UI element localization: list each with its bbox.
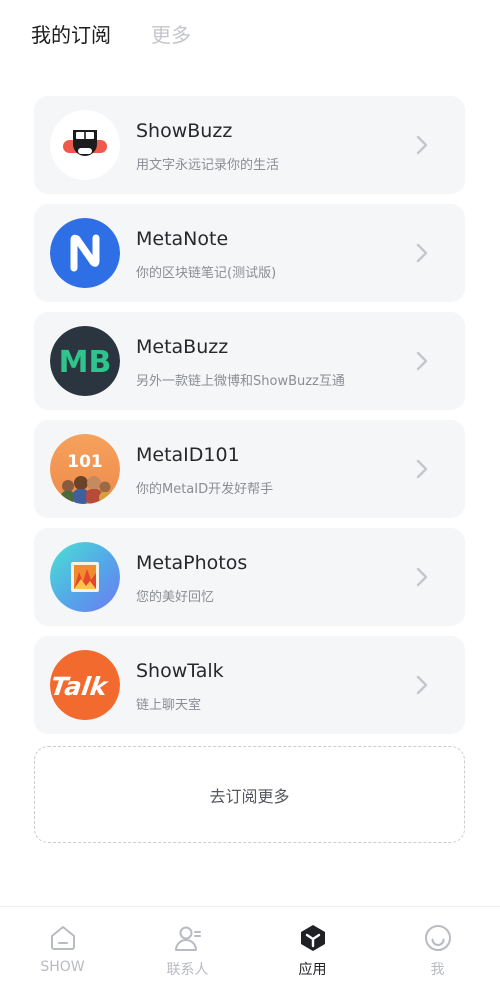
nav-label: 联系人	[166, 962, 209, 978]
chevron-right-icon	[415, 674, 429, 696]
subscription-card-metaphotos[interactable]: MetaPhotos 您的美好回忆	[34, 528, 465, 626]
card-subtitle: 你的区块链笔记(测试版)	[136, 266, 277, 281]
card-title: MetaID101	[136, 444, 240, 466]
nav-label: 我	[430, 962, 445, 978]
metaid101-logo-text: 101	[67, 452, 103, 472]
card-title: ShowTalk	[136, 660, 224, 682]
subscribe-more-button[interactable]: 去订阅更多	[34, 746, 465, 843]
chevron-right-icon	[415, 350, 429, 372]
contacts-icon	[173, 923, 203, 953]
showbuzz-logo-icon	[50, 110, 120, 180]
subscription-card-showtalk[interactable]: Talk ShowTalk 链上聊天室	[34, 636, 465, 734]
metaphotos-logo-icon	[50, 542, 120, 612]
card-title: ShowBuzz	[136, 120, 233, 142]
card-subtitle: 链上聊天室	[136, 698, 202, 713]
bottom-nav: SHOW 联系人 应用 我	[0, 906, 500, 1000]
tab-my-subscriptions[interactable]: 我的订阅	[31, 18, 111, 52]
nav-item-me[interactable]: 我	[375, 907, 500, 1000]
home-icon	[48, 923, 78, 953]
apps-icon	[298, 923, 328, 953]
nav-label: SHOW	[40, 959, 85, 975]
smiley-icon	[423, 923, 453, 953]
chevron-right-icon	[415, 134, 429, 156]
card-subtitle: 另外一款链上微博和ShowBuzz互通	[136, 374, 345, 389]
nav-item-contacts[interactable]: 联系人	[125, 907, 250, 1000]
subscription-card-showbuzz[interactable]: ShowBuzz 用文字永远记录你的生活	[34, 96, 465, 194]
card-subtitle: 用文字永远记录你的生活	[136, 158, 280, 173]
card-title: MetaPhotos	[136, 552, 248, 574]
metanote-logo-icon	[50, 218, 120, 288]
chevron-right-icon	[415, 242, 429, 264]
metabuzz-logo-text: MB	[59, 345, 112, 380]
showtalk-logo-text: Talk	[50, 672, 110, 701]
showtalk-logo-icon: Talk	[50, 650, 120, 720]
metaid101-logo-icon: 101	[50, 434, 120, 504]
nav-label: 应用	[298, 962, 327, 978]
tab-more[interactable]: 更多	[151, 18, 191, 52]
subscription-card-metabuzz[interactable]: MB MetaBuzz 另外一款链上微博和ShowBuzz互通	[34, 312, 465, 410]
card-subtitle: 你的MetaID开发好帮手	[136, 482, 274, 497]
card-subtitle: 您的美好回忆	[136, 590, 215, 605]
top-tabs: 我的订阅 更多	[31, 18, 191, 52]
chevron-right-icon	[415, 566, 429, 588]
metabuzz-logo-icon: MB	[50, 326, 120, 396]
subscription-card-metanote[interactable]: MetaNote 你的区块链笔记(测试版)	[34, 204, 465, 302]
card-title: MetaNote	[136, 228, 229, 250]
nav-item-apps[interactable]: 应用	[250, 907, 375, 1000]
chevron-right-icon	[415, 458, 429, 480]
subscription-list: ShowBuzz 用文字永远记录你的生活 MetaNote 你的区块链笔记(测试…	[34, 96, 465, 744]
nav-item-show[interactable]: SHOW	[0, 907, 125, 1000]
subscription-card-metaid101[interactable]: 101 MetaID101 你的MetaID开发好帮手	[34, 420, 465, 518]
card-title: MetaBuzz	[136, 336, 229, 358]
